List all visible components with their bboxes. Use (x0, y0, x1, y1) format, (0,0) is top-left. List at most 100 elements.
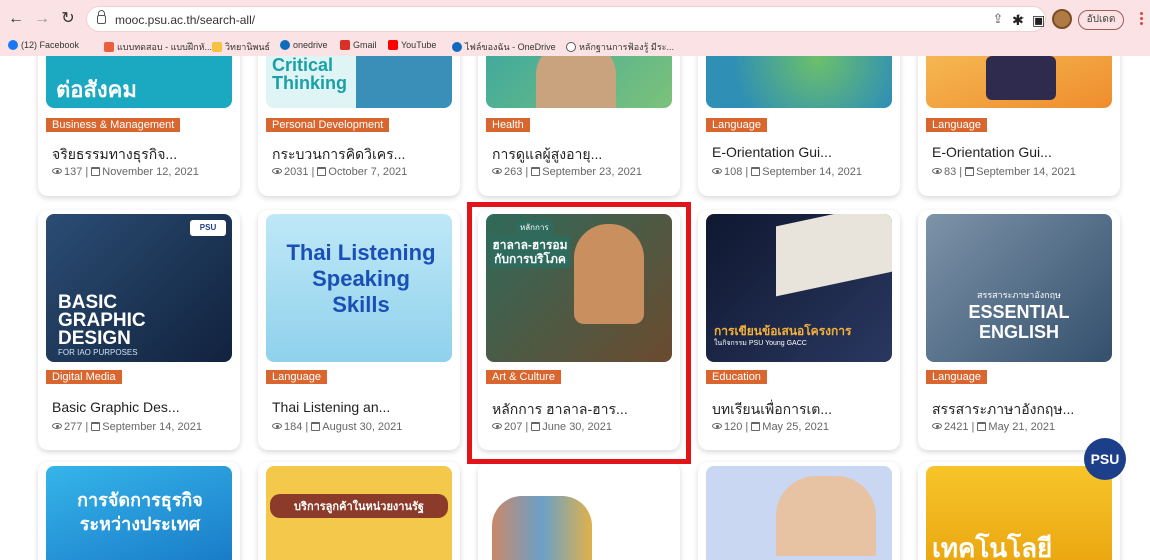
psu-logo: PSU (190, 220, 226, 236)
bookmark-evidence[interactable]: หลักฐานการฟ้องรู้ มีระ... (566, 40, 674, 54)
view-count: 277 (64, 421, 83, 433)
gmail-icon (340, 40, 350, 50)
course-thumbnail: Thai Listening Speaking Skills (266, 214, 452, 362)
category-badge[interactable]: Personal Development (266, 118, 390, 132)
calendar-icon (311, 422, 321, 431)
view-count: 184 (284, 421, 303, 433)
bookmark-gmail[interactable]: Gmail (340, 40, 377, 50)
sidepanel-icon[interactable]: ▣ (1032, 12, 1045, 29)
course-title[interactable]: สรรสาระภาษาอังกฤษ... (932, 399, 1074, 421)
course-date: October 7, 2021 (328, 166, 408, 178)
course-title[interactable]: Basic Graphic Des... (52, 399, 180, 415)
thumbnail-photo (776, 476, 876, 556)
category-badge[interactable]: Digital Media (46, 370, 122, 384)
course-card[interactable]: PSU การเขียนข้อเสนอโครงการ ในกิจกรรม PSU… (698, 210, 900, 450)
course-card[interactable]: การจัดการธุรกิจ ระหว่างประเทศ (38, 462, 240, 560)
course-card[interactable]: Thai Listening Speaking Skills Language … (258, 210, 460, 450)
address-row: ← → ↻ mooc.psu.ac.th/search-all/ ⇪☆ ✱ ▣ … (0, 4, 1150, 34)
course-card[interactable] (478, 462, 680, 560)
calendar-icon (91, 422, 101, 431)
calendar-icon (965, 167, 975, 176)
thumbnail-title: การจัดการธุรกิจ ระหว่างประเทศ (77, 490, 203, 534)
cloud-icon (452, 42, 462, 52)
thumbnail-title: BASIC GRAPHIC DESIGN (58, 292, 146, 349)
course-thumbnail (486, 466, 672, 560)
course-card[interactable]: PSU BASIC GRAPHIC DESIGN FOR IAO PURPOSE… (38, 210, 240, 450)
youtube-icon (388, 40, 398, 50)
psu-chat-button[interactable]: PSU (1084, 438, 1126, 480)
course-title[interactable]: E-Orientation Gui... (712, 144, 832, 160)
thumbnail-title: บริการลูกค้าในหน่วยงานรัฐ (270, 494, 448, 518)
thumbnail-title: เทคโนโลยี (932, 533, 1053, 560)
course-thumbnail (486, 56, 672, 108)
course-meta: 2421 | May 21, 2021 (932, 421, 1055, 433)
course-card[interactable]: บริการลูกค้าในหน่วยงานรัฐ (258, 462, 460, 560)
bookmark-onedrive-files[interactable]: ไฟล์ของฉัน - OneDrive (452, 40, 556, 54)
course-title[interactable]: การดูแลผู้สูงอายุ... (492, 144, 602, 166)
course-card[interactable]: เทคโนโลยี (918, 462, 1120, 560)
course-card[interactable]: Language E-Orientation Gui... 83 | Septem… (918, 56, 1120, 196)
course-title[interactable]: Thai Listening an... (272, 399, 390, 415)
view-count: 263 (504, 166, 523, 178)
eye-icon (932, 168, 942, 174)
thumbnail-photo (356, 56, 452, 108)
course-thumbnail (706, 466, 892, 560)
course-card[interactable]: สรรสาระภาษาอังกฤษ ESSENTIAL ENGLISH Lang… (918, 210, 1120, 450)
thumbnail-subtitle: สรรสาระภาษาอังกฤษ (977, 290, 1061, 300)
bookmark-thesis[interactable]: วิทยานิพนธ์ (212, 40, 270, 54)
category-badge[interactable]: Language (926, 118, 987, 132)
bookmark-quiz[interactable]: แบบทดสอบ - แบบฝึกหั... (104, 40, 212, 54)
lock-icon (97, 10, 106, 24)
category-badge[interactable]: Language (706, 118, 767, 132)
bookmark-onedrive[interactable]: onedrive (280, 40, 328, 50)
course-date: May 25, 2021 (762, 421, 829, 433)
view-count: 2421 (944, 421, 969, 433)
back-icon[interactable]: ← (6, 9, 26, 29)
update-button[interactable]: อัปเดต (1078, 10, 1124, 30)
category-badge[interactable]: Health (486, 118, 530, 132)
browser-chrome: ← → ↻ mooc.psu.ac.th/search-all/ ⇪☆ ✱ ▣ … (0, 0, 1150, 56)
highlight-box (467, 202, 691, 464)
course-card[interactable]: Language E-Orientation Gui... 108 | Septe… (698, 56, 900, 196)
course-card[interactable]: Critical Thinking Personal Development ก… (258, 56, 460, 196)
calendar-icon (751, 167, 761, 176)
calendar-icon (751, 422, 761, 431)
eye-icon (492, 168, 502, 174)
course-grid-page: ต่อสังคม Business & Management จริยธรรมท… (0, 56, 1150, 560)
course-date: November 12, 2021 (102, 166, 199, 178)
view-count: 120 (724, 421, 743, 433)
course-card[interactable]: ต่อสังคม Business & Management จริยธรรมท… (38, 56, 240, 196)
calendar-icon (531, 167, 541, 176)
thumbnail-title: Critical Thinking (272, 56, 347, 93)
bookmark-youtube[interactable]: YouTube (388, 40, 436, 50)
avatar[interactable] (1052, 9, 1072, 29)
category-badge[interactable]: Language (926, 370, 987, 384)
course-meta: 184 | August 30, 2021 (272, 421, 402, 433)
forward-icon[interactable]: → (32, 9, 52, 29)
course-title[interactable]: จริยธรรมทางธุรกิจ... (52, 144, 177, 166)
eye-icon (712, 423, 722, 429)
course-thumbnail (926, 56, 1112, 108)
category-badge[interactable]: Education (706, 370, 767, 384)
course-title[interactable]: กระบวนการคิดวิเคร... (272, 144, 405, 166)
extensions-icon[interactable]: ✱ (1012, 12, 1024, 29)
course-card[interactable] (698, 462, 900, 560)
bookmark-facebook[interactable]: (12) Facebook (8, 40, 79, 50)
course-thumbnail: การจัดการธุรกิจ ระหว่างประเทศ (46, 466, 232, 560)
eye-icon (712, 168, 722, 174)
folder-icon (212, 42, 222, 52)
course-thumbnail: Critical Thinking (266, 56, 452, 108)
course-card[interactable]: Health การดูแลผู้สูงอายุ... 263 | Septemb… (478, 56, 680, 196)
eye-icon (52, 168, 62, 174)
globe-icon (566, 42, 576, 52)
category-badge[interactable]: Business & Management (46, 118, 181, 132)
address-bar[interactable]: mooc.psu.ac.th/search-all/ ⇪☆ (86, 6, 1046, 32)
course-date: May 21, 2021 (988, 421, 1056, 433)
course-title[interactable]: E-Orientation Gui... (932, 144, 1052, 160)
course-meta: 277 | September 14, 2021 (52, 421, 202, 433)
category-badge[interactable]: Language (266, 370, 327, 384)
course-title[interactable]: บทเรียนเพื่อการเต... (712, 399, 832, 421)
menu-icon[interactable] (1140, 12, 1144, 26)
thumbnail-photo (536, 56, 616, 108)
reload-icon[interactable]: ↻ (58, 9, 78, 29)
